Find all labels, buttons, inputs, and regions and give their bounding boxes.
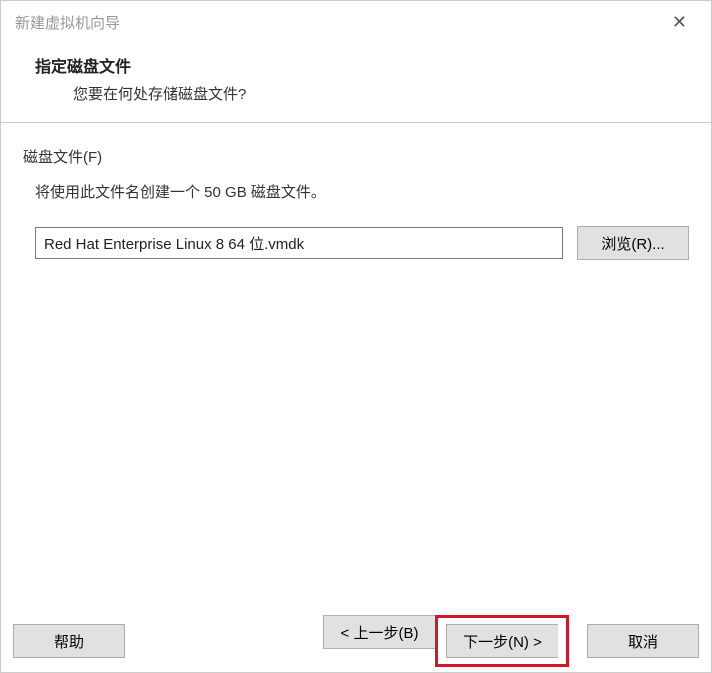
window-title: 新建虚拟机向导 [15,12,120,33]
help-button[interactable]: 帮助 [13,624,125,658]
titlebar: 新建虚拟机向导 ✕ [1,1,711,43]
wizard-content: 磁盘文件(F) 将使用此文件名创建一个 50 GB 磁盘文件。 浏览(R)... [1,123,711,610]
disk-file-description: 将使用此文件名创建一个 50 GB 磁盘文件。 [23,181,689,202]
page-subtitle: 您要在何处存储磁盘文件? [29,83,683,104]
wizard-footer: 帮助 < 上一步(B) 下一步(N) > 取消 [1,610,711,672]
disk-file-row: 浏览(R)... [23,226,689,260]
wizard-window: 新建虚拟机向导 ✕ 指定磁盘文件 您要在何处存储磁盘文件? 磁盘文件(F) 将使… [0,0,712,673]
cancel-button[interactable]: 取消 [587,624,699,658]
disk-file-input[interactable] [35,227,563,259]
page-title: 指定磁盘文件 [29,53,683,77]
disk-file-group-label: 磁盘文件(F) [23,146,689,167]
next-highlight: 下一步(N) > [435,615,569,667]
browse-button[interactable]: 浏览(R)... [577,226,689,260]
wizard-header: 指定磁盘文件 您要在何处存储磁盘文件? [1,43,711,123]
back-button[interactable]: < 上一步(B) [323,615,435,649]
next-button[interactable]: 下一步(N) > [446,624,558,658]
close-icon[interactable]: ✕ [662,8,697,37]
